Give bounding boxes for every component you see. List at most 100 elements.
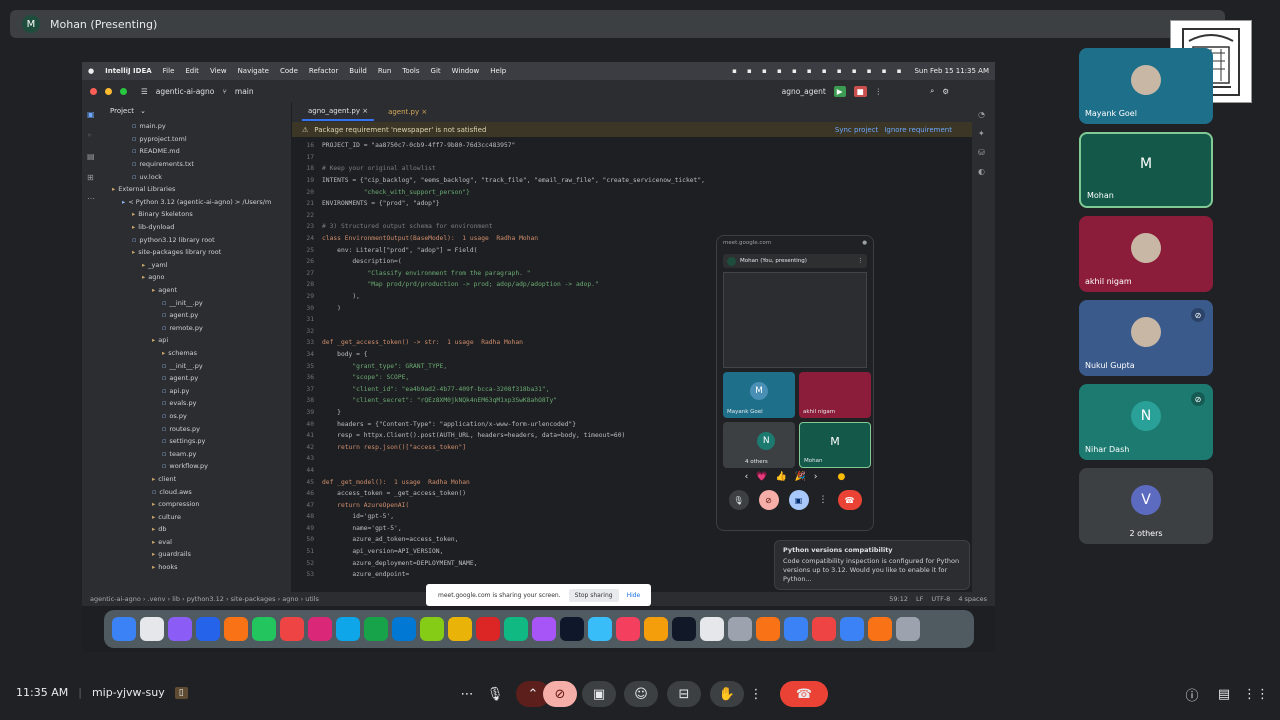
- sync-project-link[interactable]: Sync project: [835, 126, 878, 134]
- dock-app-icon[interactable]: [868, 617, 892, 641]
- tree-item[interactable]: ▸ compression: [108, 498, 291, 511]
- structure-tool-icon[interactable]: ▤: [87, 152, 99, 161]
- breadcrumb-item[interactable]: agno: [282, 595, 298, 603]
- camera-off-button[interactable]: ⊘: [543, 681, 577, 707]
- run-config[interactable]: agno_agent: [782, 87, 826, 96]
- breadcrumb-item[interactable]: utils: [305, 595, 319, 603]
- pip-mic-button[interactable]: 🎙: [728, 490, 749, 510]
- dock-app-icon[interactable]: [448, 617, 472, 641]
- reaction-thumbs-up[interactable]: 👍: [775, 472, 786, 482]
- search-icon[interactable]: ⌕: [930, 86, 934, 96]
- menu-code[interactable]: Code: [280, 67, 298, 75]
- chevron-down-icon[interactable]: ⌄: [140, 107, 146, 115]
- pip-end-call-button[interactable]: ☎: [837, 490, 862, 510]
- more-actions-icon[interactable]: ⋮: [746, 681, 766, 707]
- emoji-button[interactable]: ☺: [624, 681, 658, 707]
- dock-app-icon[interactable]: [616, 617, 640, 641]
- chevron-right-icon[interactable]: ›: [814, 472, 818, 482]
- captions-button[interactable]: ⊟: [667, 681, 701, 707]
- tree-item[interactable]: ▸ schemas: [108, 347, 291, 360]
- participant-tile[interactable]: Nukul Gupta ⊘: [1079, 300, 1213, 376]
- tree-item[interactable]: ▸ hooks: [108, 561, 291, 574]
- dock-app-icon[interactable]: [896, 617, 920, 641]
- pip-present-button[interactable]: ▣: [788, 490, 809, 510]
- code-line[interactable]: 18 # Keep your original allowlist: [292, 163, 972, 175]
- code-line[interactable]: 21 ENVIRONMENTS = {"prod", "adop"}: [292, 198, 972, 210]
- pip-tile-others[interactable]: N 4 others: [723, 422, 795, 468]
- project-panel-title[interactable]: Project: [110, 107, 134, 115]
- breadcrumb-item[interactable]: agentic-ai-agno: [90, 595, 141, 603]
- menu-help[interactable]: Help: [490, 67, 506, 75]
- participant-tile[interactable]: V 2 others: [1079, 468, 1213, 544]
- dock-app-icon[interactable]: [756, 617, 780, 641]
- stop-icon[interactable]: ■: [853, 85, 867, 97]
- file-encoding[interactable]: UTF-8: [931, 595, 950, 603]
- hamburger-icon[interactable]: ☰: [141, 87, 148, 96]
- dock-app-icon[interactable]: [392, 617, 416, 641]
- line-separator[interactable]: LF: [916, 595, 923, 603]
- tree-item[interactable]: ▫ agent.py: [108, 372, 291, 385]
- tree-item[interactable]: ▫ uv.lock: [108, 170, 291, 183]
- dock-app-icon[interactable]: [420, 617, 444, 641]
- pip-camera-off-button[interactable]: ⊘: [758, 490, 779, 510]
- breadcrumb-item[interactable]: site-packages: [231, 595, 276, 603]
- indent-setting[interactable]: 4 spaces: [958, 595, 987, 603]
- menu-navigate[interactable]: Navigate: [238, 67, 269, 75]
- dock-app-icon[interactable]: [224, 617, 248, 641]
- chevron-left-icon[interactable]: ‹: [745, 472, 749, 482]
- dock-app-icon[interactable]: [280, 617, 304, 641]
- minimize-window-icon[interactable]: [105, 87, 112, 95]
- code-line[interactable]: 16 PROJECT_ID = "aa8750c7-0cb9-4ff7-9b80-…: [292, 140, 972, 152]
- menu-file[interactable]: File: [163, 67, 175, 75]
- settings-icon[interactable]: ⚙: [942, 87, 949, 96]
- dock-app-icon[interactable]: [672, 617, 696, 641]
- dock-app-icon[interactable]: [336, 617, 360, 641]
- breadcrumb-item[interactable]: lib: [172, 595, 180, 603]
- notifications-icon[interactable]: ◔: [978, 110, 989, 119]
- dock-app-icon[interactable]: [700, 617, 724, 641]
- participant-tile[interactable]: M Mohan: [1079, 132, 1213, 208]
- more-icon[interactable]: ⋮: [858, 258, 864, 264]
- menu-run[interactable]: Run: [378, 67, 391, 75]
- hand-raise-icon[interactable]: ●: [838, 472, 846, 482]
- tree-item[interactable]: ▸ site-packages library root: [108, 246, 291, 259]
- menu-view[interactable]: View: [210, 67, 227, 75]
- dock-app-icon[interactable]: [840, 617, 864, 641]
- dock-app-icon[interactable]: [728, 617, 752, 641]
- dock-app-icon[interactable]: [504, 617, 528, 641]
- tab-agent[interactable]: agent.py ×: [388, 108, 427, 116]
- reaction-heart[interactable]: 💗: [756, 472, 767, 482]
- tree-item[interactable]: ▫ routes.py: [108, 422, 291, 435]
- hide-banner-button[interactable]: Hide: [627, 592, 641, 599]
- participant-tile[interactable]: Mayank Goel: [1079, 48, 1213, 124]
- pip-more-button[interactable]: ⋮: [819, 495, 828, 505]
- tree-item[interactable]: ▸ eval: [108, 536, 291, 549]
- participant-tile[interactable]: akhil nigam: [1079, 216, 1213, 292]
- tree-item[interactable]: ▫ workflow.py: [108, 460, 291, 473]
- tree-item[interactable]: ▸ External Libraries: [108, 183, 291, 196]
- mic-icon[interactable]: ●: [862, 240, 867, 246]
- close-window-icon[interactable]: [90, 87, 97, 95]
- code-line[interactable]: 22: [292, 210, 972, 222]
- tree-item[interactable]: ▸ db: [108, 523, 291, 536]
- tree-item[interactable]: ▸ client: [108, 473, 291, 486]
- menu-refactor[interactable]: Refactor: [309, 67, 338, 75]
- tree-item[interactable]: ▫ api.py: [108, 384, 291, 397]
- participant-tile[interactable]: N Nihar Dash ⊘: [1079, 384, 1213, 460]
- dock-app-icon[interactable]: [364, 617, 388, 641]
- tree-item[interactable]: ▫ requirements.txt: [108, 158, 291, 171]
- dock-app-icon[interactable]: [588, 617, 612, 641]
- services-tool-icon[interactable]: ⊞: [87, 173, 99, 182]
- tree-item[interactable]: ▸ api: [108, 334, 291, 347]
- tree-item[interactable]: ▸ _yaml: [108, 259, 291, 272]
- run-icon[interactable]: ▶: [833, 85, 846, 97]
- dock-app-icon[interactable]: [252, 617, 276, 641]
- dock-app-icon[interactable]: [476, 617, 500, 641]
- branch-switcher[interactable]: main: [235, 87, 254, 96]
- menu-window[interactable]: Window: [452, 67, 480, 75]
- pip-tile-mohan[interactable]: M Mohan: [799, 422, 871, 468]
- dock-app-icon[interactable]: [112, 617, 136, 641]
- menu-app[interactable]: IntelliJ IDEA: [105, 67, 152, 75]
- tree-item[interactable]: ▸ lib-dynload: [108, 221, 291, 234]
- database-icon[interactable]: ⛁: [978, 148, 989, 157]
